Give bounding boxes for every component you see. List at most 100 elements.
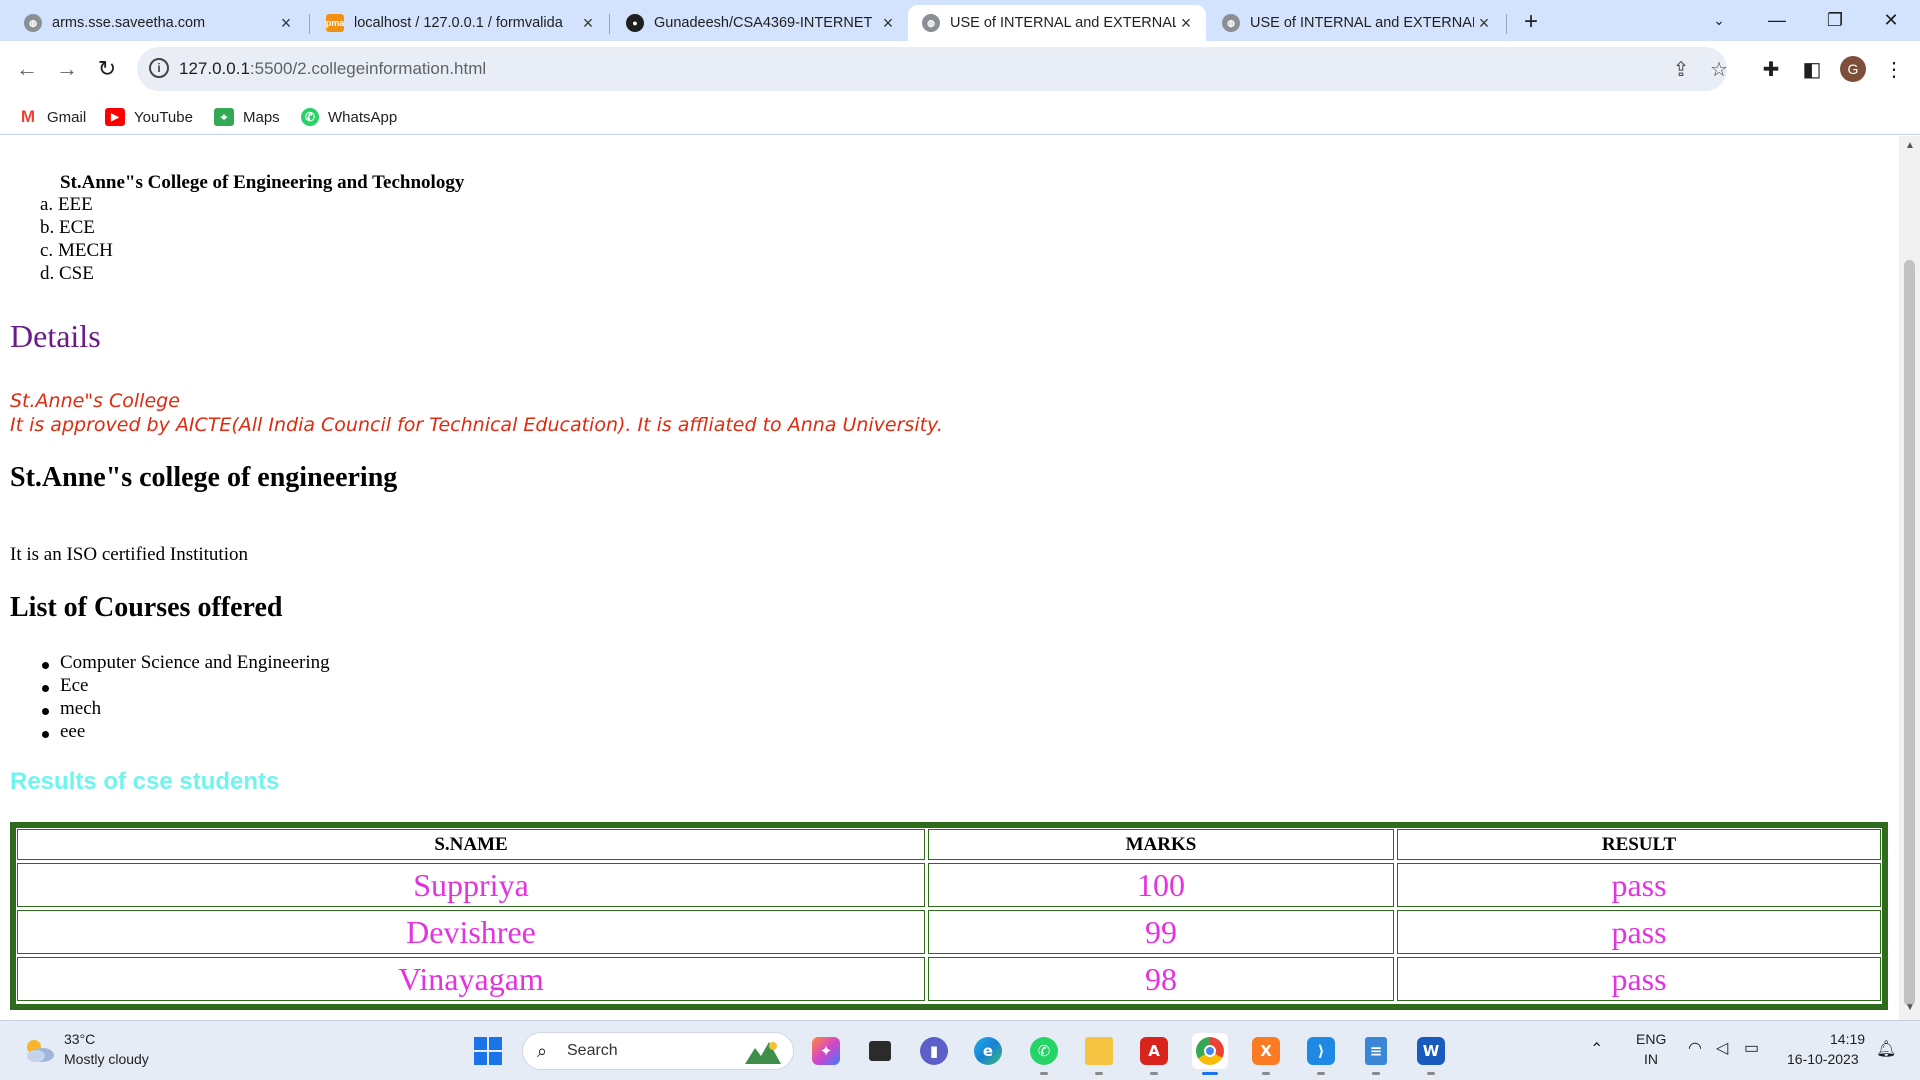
menu-button[interactable]: ⋮ <box>1878 53 1910 85</box>
back-button[interactable]: ← <box>10 52 44 86</box>
reload-button[interactable]: ↻ <box>90 52 124 86</box>
arrow-left-icon: ← <box>16 56 38 81</box>
taskbar-xampp[interactable]: X <box>1248 1033 1284 1075</box>
tab-separator <box>609 14 610 34</box>
close-icon[interactable]: × <box>276 13 296 33</box>
table-cell-result: pass <box>1397 957 1881 1001</box>
tab-internal-external[interactable]: ◍ USE of INTERNAL and EXTERNAL × <box>1208 5 1504 41</box>
vscode-icon: ⟩ <box>1307 1037 1335 1065</box>
side-panel-icon: ◧ <box>1802 58 1822 81</box>
table-cell-name: Vinayagam <box>17 957 925 1001</box>
restore-icon: ❐ <box>1826 9 1844 30</box>
language-indicator[interactable]: ENG <box>1636 1031 1666 1047</box>
stanne-heading: St.Anne"s college of engineering <box>10 462 398 493</box>
close-window-button[interactable]: ✕ <box>1862 0 1920 40</box>
course-item: mech <box>60 698 102 719</box>
results-heading: Results of cse students <box>10 768 280 795</box>
details-college-line: St.Anne"s College <box>10 390 180 412</box>
weather-description[interactable]: Mostly cloudy <box>64 1051 149 1067</box>
language-region[interactable]: IN <box>1644 1051 1658 1067</box>
address-url[interactable]: 127.0.0.1:5500/2.collegeinformation.html <box>179 59 486 79</box>
bookmark-gmail[interactable]: M Gmail <box>18 105 86 129</box>
url-path: :5500/2.collegeinformation.html <box>249 59 487 78</box>
side-panel-button[interactable]: ◧ <box>1796 53 1828 85</box>
close-icon: ✕ <box>1883 9 1899 30</box>
globe-icon: ◍ <box>24 14 42 32</box>
tab-title: localhost / 127.0.0.1 / formvalida <box>354 15 563 31</box>
close-icon[interactable]: × <box>878 13 898 33</box>
cloud-sun-icon[interactable] <box>22 1036 56 1064</box>
word-icon: W <box>1417 1037 1445 1065</box>
weather-temperature[interactable]: 33°C <box>64 1031 95 1047</box>
chevron-up-icon[interactable]: ⌃ <box>1590 1039 1603 1059</box>
tab-search-button[interactable]: ⌄ <box>1690 0 1748 40</box>
github-icon: ● <box>626 14 644 32</box>
taskbar-search[interactable]: ⌕ Search <box>522 1032 794 1070</box>
avatar-initial: G <box>1847 61 1859 77</box>
clock-time[interactable]: 14:19 <box>1830 1031 1865 1047</box>
profile-avatar[interactable]: G <box>1840 56 1866 82</box>
restore-button[interactable]: ❐ <box>1806 0 1864 40</box>
table-header-marks: MARKS <box>928 829 1394 860</box>
table-header-result: RESULT <box>1397 829 1881 860</box>
xampp-icon: X <box>1252 1037 1280 1065</box>
bookmark-whatsapp[interactable]: ✆ WhatsApp <box>301 105 397 129</box>
scroll-up-icon[interactable]: ▲ <box>1905 140 1915 151</box>
taskbar-chrome[interactable] <box>1192 1033 1228 1075</box>
taskbar-edge[interactable]: e <box>970 1033 1006 1069</box>
bookmark-youtube[interactable]: ▶ YouTube <box>105 105 193 129</box>
search-label: Search <box>567 1042 618 1059</box>
new-tab-button[interactable]: + <box>1517 8 1545 36</box>
bookmark-label: Maps <box>243 108 280 126</box>
battery-icon[interactable]: ▭ <box>1744 1038 1759 1058</box>
taskbar-whatsapp[interactable]: ✆ <box>1026 1033 1062 1075</box>
windows-logo-icon <box>474 1037 487 1050</box>
volume-icon[interactable]: ◁ <box>1716 1038 1728 1058</box>
bookmark-star-icon[interactable]: ☆ <box>1707 57 1731 81</box>
taskbar-file-explorer[interactable] <box>1081 1033 1117 1075</box>
start-button[interactable] <box>474 1037 502 1065</box>
bookmark-maps[interactable]: ⌖ Maps <box>214 105 280 129</box>
info-icon[interactable]: i <box>149 58 169 78</box>
course-item: Ece <box>60 675 89 696</box>
forward-button[interactable]: → <box>50 52 84 86</box>
tab-phpmyadmin[interactable]: pma localhost / 127.0.0.1 / formvalida × <box>312 5 608 41</box>
wifi-icon[interactable]: ◠ <box>1688 1038 1702 1058</box>
close-icon[interactable]: × <box>1474 13 1494 33</box>
taskbar-task-view[interactable] <box>862 1033 898 1069</box>
taskbar-notepad[interactable]: ≡ <box>1358 1033 1394 1075</box>
tab-arms[interactable]: ◍ arms.sse.saveetha.com × <box>10 5 306 41</box>
taskbar-teams[interactable]: ▮ <box>916 1033 952 1069</box>
tab-separator <box>309 14 310 34</box>
details-heading: Details <box>10 318 101 354</box>
table-cell-name: Suppriya <box>17 863 925 907</box>
share-icon[interactable]: ⇪ <box>1669 57 1693 81</box>
taskbar-acrobat[interactable]: A <box>1136 1033 1172 1075</box>
scrollbar-thumb[interactable] <box>1904 260 1915 1006</box>
youtube-icon: ▶ <box>105 108 125 126</box>
scroll-down-icon[interactable]: ▼ <box>1905 1002 1915 1013</box>
notification-bell-icon[interactable]: 🔔︎ <box>1876 1039 1896 1059</box>
results-table: S.NAME MARKS RESULT Suppriya 100 pass De… <box>10 822 1888 1010</box>
close-icon[interactable]: × <box>1176 13 1196 33</box>
taskbar-vscode[interactable]: ⟩ <box>1303 1033 1339 1075</box>
department-item: d. CSE <box>40 263 94 284</box>
table-cell-marks: 100 <box>928 863 1394 907</box>
clock-date[interactable]: 16-10-2023 <box>1787 1051 1859 1067</box>
minimize-button[interactable]: — <box>1748 0 1806 40</box>
taskbar-word[interactable]: W <box>1413 1033 1449 1075</box>
tab-title: USE of INTERNAL and EXTERNAL <box>950 15 1176 31</box>
taskbar-copilot[interactable]: ✦ <box>808 1033 844 1069</box>
tab-github[interactable]: ● Gunadeesh/CSA4369-INTERNET × <box>612 5 908 41</box>
whatsapp-icon: ✆ <box>1030 1037 1058 1065</box>
bullet <box>42 662 49 669</box>
address-bar[interactable]: i 127.0.0.1:5500/2.collegeinformation.ht… <box>137 47 1728 91</box>
url-host: 127.0.0.1 <box>179 59 250 78</box>
chevron-down-icon: ⌄ <box>1713 11 1725 28</box>
tab-active-internal-external[interactable]: ◍ USE of INTERNAL and EXTERNAL × <box>908 5 1206 41</box>
page-scrollbar[interactable]: ▲ ▼ <box>1899 136 1920 1020</box>
extensions-button[interactable]: ✚ <box>1755 53 1787 85</box>
plus-icon: + <box>1523 8 1538 35</box>
bullet <box>42 731 49 738</box>
close-icon[interactable]: × <box>578 13 598 33</box>
